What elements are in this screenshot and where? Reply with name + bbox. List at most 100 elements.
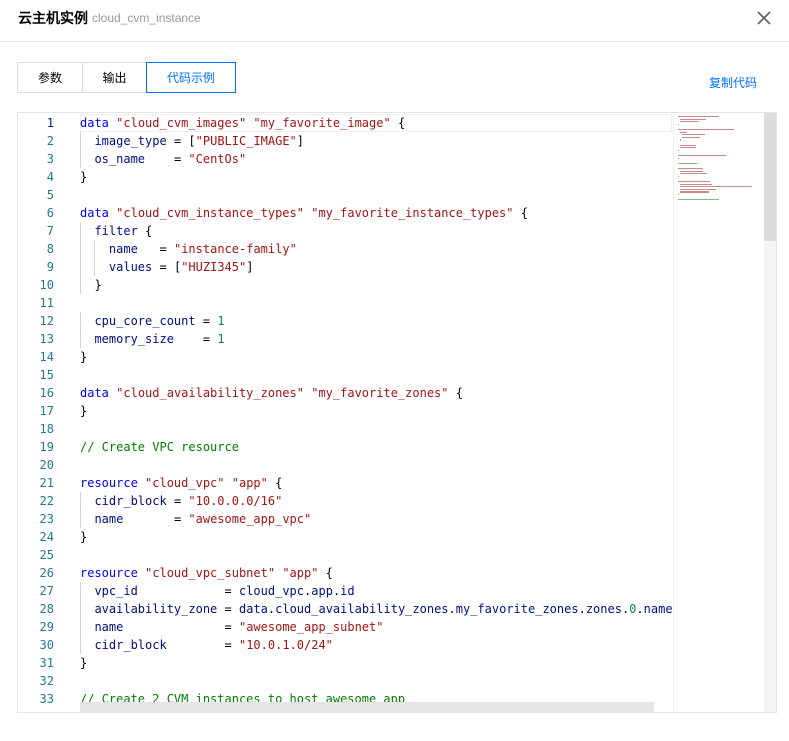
indent-guide <box>80 600 81 618</box>
minimap-line <box>679 121 699 123</box>
minimap-line <box>681 136 700 138</box>
code-line[interactable]: resource "cloud_vpc_subnet" "app" { <box>80 564 333 582</box>
code-line[interactable]: data "cloud_availability_zones" "my_favo… <box>80 384 463 402</box>
code-line[interactable]: name = "awesome_app_subnet" <box>80 618 383 636</box>
indent-guide <box>80 222 81 240</box>
minimap-line <box>678 175 679 177</box>
code-line[interactable]: availability_zone = data.cloud_availabil… <box>80 600 672 618</box>
line-number: 23 <box>39 512 54 526</box>
minimap-line <box>679 173 707 175</box>
code-line[interactable]: } <box>80 402 87 420</box>
minimap-line <box>679 191 710 193</box>
tab-params[interactable]: 参数 <box>17 62 83 93</box>
indent-guide <box>80 636 81 654</box>
indent-guide <box>80 582 81 600</box>
code-line[interactable]: cidr_block = "10.0.0.0/16" <box>80 492 282 510</box>
code-line[interactable]: values = ["HUZI345"] <box>80 258 254 276</box>
line-number: 2 <box>46 134 54 148</box>
code-line[interactable]: name = "awesome_app_vpc" <box>80 510 311 528</box>
code-line[interactable]: cpu_core_count = 1 <box>80 312 224 330</box>
line-number: 25 <box>39 548 54 562</box>
line-number: 22 <box>39 494 54 508</box>
code-line[interactable]: image_type = ["PUBLIC_IMAGE"] <box>80 132 304 150</box>
code-editor[interactable]: 1 2 3 4 5 6 7 8 9 10 11 12 13 14 15 16 17 18 19 20 21 22 23 24 2… <box>17 112 777 713</box>
code-line[interactable]: data "cloud_cvm_instance_types" "my_favo… <box>80 204 528 222</box>
dialog-title: 云主机实例 <box>18 11 88 27</box>
minimap-line <box>679 170 704 172</box>
code-line[interactable]: name = "instance-family" <box>80 240 297 258</box>
line-number: 8 <box>46 242 54 256</box>
line-number: 12 <box>39 314 54 328</box>
line-number: 11 <box>39 296 54 310</box>
code-line[interactable]: cidr_block = "10.0.1.0/24" <box>80 636 332 654</box>
code-line[interactable]: } <box>80 276 101 294</box>
line-number: 29 <box>39 620 54 634</box>
code-line[interactable]: os_name = "CentOs" <box>80 150 246 168</box>
line-number: 4 <box>46 170 54 184</box>
code-line[interactable]: // Create VPC resource <box>80 438 239 456</box>
indent-guide <box>94 258 96 276</box>
minimap-line <box>678 194 679 196</box>
minimap-line <box>678 129 734 131</box>
line-number: 19 <box>39 440 54 454</box>
code-line[interactable]: } <box>80 168 87 186</box>
code-line[interactable]: data "cloud_cvm_images" "my_favorite_ima… <box>80 114 405 132</box>
tab-code-example[interactable]: 代码示例 <box>146 62 236 93</box>
line-number: 16 <box>39 386 54 400</box>
code-area[interactable]: 1 2 3 4 5 6 7 8 9 10 11 12 13 14 15 16 17 18 19 20 21 22 23 24 2… <box>18 113 672 712</box>
line-number: 1 <box>46 116 54 130</box>
minimap-line <box>678 123 679 125</box>
indent-guide <box>80 276 81 294</box>
vertical-scrollbar[interactable] <box>764 113 776 712</box>
line-number: 30 <box>39 638 54 652</box>
code-line[interactable]: vpc_id = cloud_vpc.app.id <box>80 582 354 600</box>
code-lines[interactable]: data "cloud_cvm_images" "my_favorite_ima… <box>80 113 672 712</box>
code-line[interactable]: resource "cloud_vpc" "app" { <box>80 474 282 492</box>
line-number: 21 <box>39 476 54 490</box>
indent-guide <box>80 492 81 510</box>
code-line[interactable]: } <box>80 348 87 366</box>
minimap-line <box>679 118 706 120</box>
minimap-line <box>679 186 752 188</box>
minimap-line <box>678 157 679 159</box>
indent-guide <box>94 240 96 258</box>
code-line[interactable]: } <box>80 528 87 546</box>
line-number: 14 <box>39 350 54 364</box>
horizontal-scrollbar[interactable] <box>80 702 654 712</box>
line-number: 28 <box>39 602 54 616</box>
minimap-line <box>678 168 704 170</box>
minimap-line <box>679 147 696 149</box>
dialog-header: 云主机实例 cloud_cvm_instance <box>0 0 789 42</box>
line-number: 27 <box>39 584 54 598</box>
minimap-line <box>679 188 716 190</box>
indent-guide <box>80 132 81 150</box>
minimap-line <box>678 199 719 201</box>
minimap-line <box>678 181 710 183</box>
copy-code-link[interactable]: 复制代码 <box>709 74 757 91</box>
code-minimap[interactable] <box>673 113 763 712</box>
minimap-line <box>681 134 705 136</box>
code-line[interactable]: filter { <box>80 222 152 240</box>
line-number: 18 <box>39 422 54 436</box>
dialog-subtitle: cloud_cvm_instance <box>92 11 201 25</box>
line-number: 9 <box>46 260 54 274</box>
line-number: 3 <box>46 152 54 166</box>
vertical-scrollbar-thumb[interactable] <box>764 113 776 241</box>
line-number: 26 <box>39 566 54 580</box>
indent-guide <box>80 240 81 258</box>
indent-guide <box>80 510 81 528</box>
tab-output[interactable]: 输出 <box>82 62 147 93</box>
line-number: 33 <box>39 692 54 706</box>
indent-guide <box>80 258 81 276</box>
code-line[interactable]: memory_size = 1 <box>80 330 224 348</box>
code-line[interactable]: } <box>80 654 87 672</box>
line-number: 17 <box>39 404 54 418</box>
line-number: 13 <box>39 332 54 346</box>
line-number: 31 <box>39 656 54 670</box>
line-number: 20 <box>39 458 54 472</box>
close-icon[interactable] <box>754 8 774 28</box>
line-number: 5 <box>46 188 54 202</box>
line-number: 15 <box>39 368 54 382</box>
line-number: 32 <box>39 674 54 688</box>
indent-guide <box>80 618 81 636</box>
